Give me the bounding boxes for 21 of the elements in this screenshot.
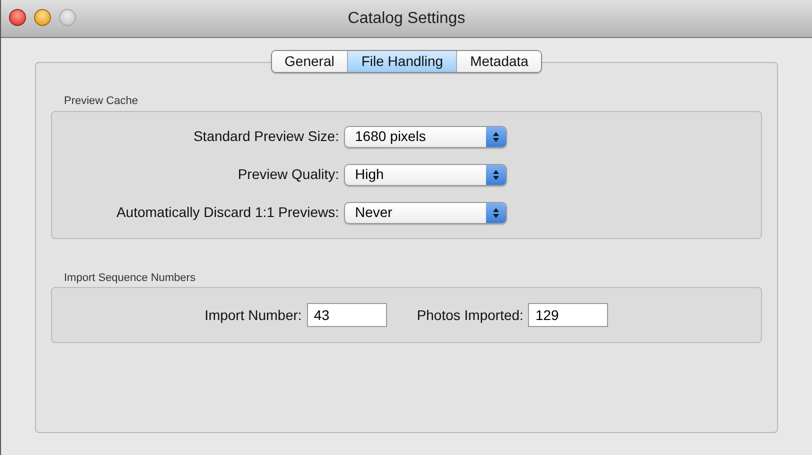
input-field[interactable]: 43	[306, 303, 387, 327]
field-label: Standard Preview Size:	[192, 127, 340, 146]
stepper-icon	[486, 126, 506, 146]
stepper-icon	[486, 164, 506, 184]
dropdown[interactable]: High	[344, 164, 507, 186]
field-label: Preview Quality:	[236, 165, 340, 184]
section-title: Import Sequence Numbers	[64, 272, 196, 284]
tab[interactable]: Metadata	[456, 51, 542, 72]
dropdown[interactable]: 1680 pixels	[344, 126, 507, 148]
minimize-button[interactable]	[34, 9, 51, 26]
field-label: Automatically Discard 1:1 Previews:	[115, 203, 340, 222]
tab[interactable]: General	[272, 51, 348, 72]
dropdown[interactable]: Never	[344, 202, 507, 224]
close-button[interactable]	[9, 9, 26, 26]
stepper-icon	[486, 202, 506, 222]
window-title: Catalog Settings	[348, 8, 466, 28]
section-title: Preview Cache	[64, 95, 138, 107]
tab[interactable]: File Handling	[347, 51, 456, 72]
input-field[interactable]: 129	[528, 303, 608, 327]
field-label: Import Number:	[204, 306, 302, 325]
field-label: Photos Imported:	[416, 306, 524, 325]
